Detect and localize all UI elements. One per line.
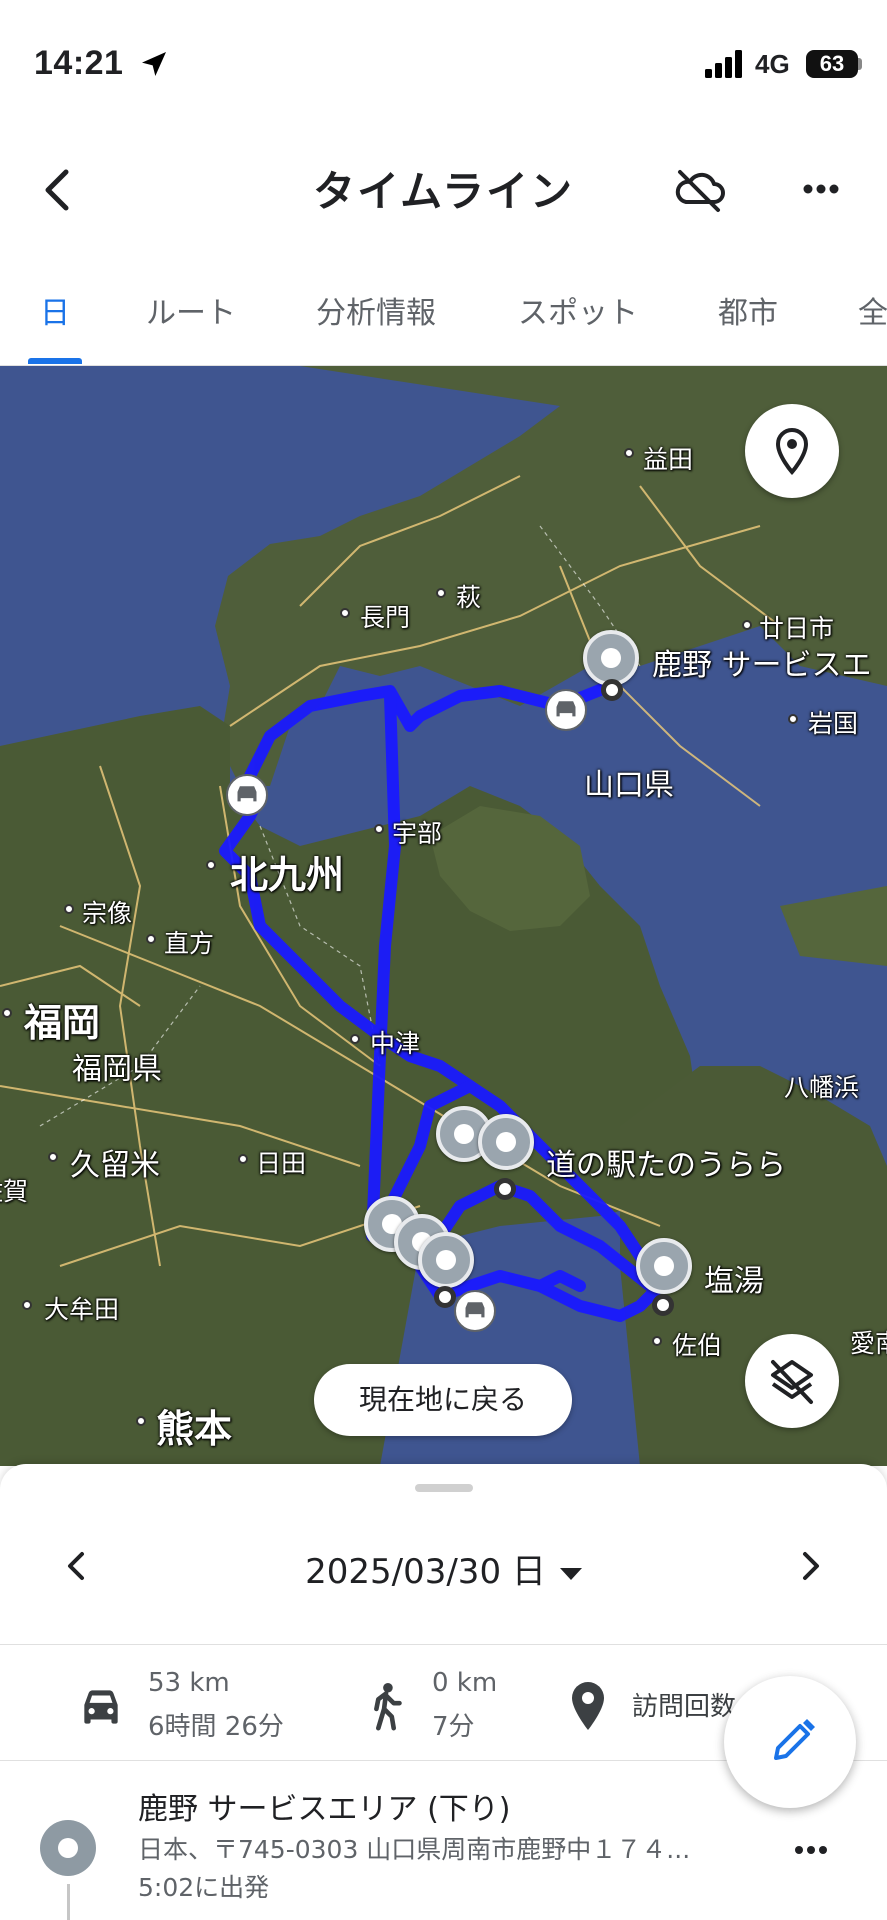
more-horiz-icon[interactable] [790,158,852,220]
status-bar: 14:21 4G 63 [0,0,887,120]
entry-title[interactable]: 鹿野 サービスエリア (下り) [138,1784,510,1828]
map-label-fukuoka-ken: 福岡県 [72,1052,162,1087]
map-city-dot [48,1152,58,1162]
visit-end-dot [601,679,623,701]
timeline-connector [67,1884,70,1920]
tab-insights[interactable]: 分析情報 [316,288,436,332]
map-city-dot [206,860,216,870]
map-label-ainan: 愛南 [850,1329,887,1358]
drive-distance: 53 km [148,1668,230,1698]
map-city-dot [340,608,350,618]
map-city-dot [146,934,156,944]
map-city-dot [788,714,798,724]
page-title: タイムライン [312,167,575,216]
tab-route[interactable]: ルート [146,288,236,332]
map-label-fukuoka: 福岡 [24,1001,101,1045]
map-label-ube: 宇部 [392,819,443,848]
map-label-kitakyushu: 北九州 [230,853,345,897]
battery-icon: 63 [806,50,858,78]
dropdown-caret-icon [559,1567,582,1580]
drag-handle[interactable] [415,1484,473,1492]
drive-time: 6時間 26分 [148,1712,284,1742]
date-text: 2025/03/30 日 [305,1552,546,1592]
map-city-dot [22,1300,32,1310]
entry-time: 5:02に出発 [138,1873,270,1902]
entry-address: 日本、〒745-0303 山口県周南市鹿野中１７４... [138,1835,691,1864]
map-view[interactable]: 益田 萩 長門 廿日市 鹿野 サービスエ 岩国 山口県 宇部 北九州 宗像 直方… [0,366,887,1466]
tab-day[interactable]: 日 [40,288,70,332]
place-visit-icon [40,1820,96,1876]
divider [0,1644,887,1645]
visit-end-dot [494,1178,516,1200]
visit-pin-kano[interactable] [583,630,639,686]
map-pin-button[interactable] [745,404,839,498]
map-label-masuda: 益田 [643,445,694,474]
map-city-dot [624,448,634,458]
map-pin-icon [775,427,809,476]
layers-off-button[interactable] [745,1334,839,1428]
app-bar: タイムライン [0,140,887,240]
layers-off-icon [771,1360,813,1404]
tab-bar: 日 ルート 分析情報 スポット 都市 全 [0,270,887,366]
car-icon [545,689,587,731]
edit-button[interactable] [724,1676,856,1808]
map-label-nagato: 長門 [360,603,411,632]
map-label-kumamoto: 熊本 [156,1407,233,1451]
next-day-button[interactable] [787,1542,835,1590]
tab-indicator [28,358,82,364]
map-label-michinoeki: 道の駅たのうらら [546,1148,786,1183]
walk-icon [374,1682,402,1731]
map-label-yawatahama: 八幡浜 [784,1073,860,1102]
map-label-saiki: 佐伯 [672,1331,723,1360]
map-city-dot [64,904,74,914]
walk-distance: 0 km [432,1668,498,1698]
map-label-kurume: 久留米 [70,1148,160,1183]
map-city-dot [652,1336,662,1346]
map-label-hagi: 萩 [456,583,482,612]
cloud-off-icon[interactable] [668,158,730,220]
map-label-saga: 佐賀 [0,1177,29,1206]
car-icon [226,774,268,816]
car-icon [454,1290,496,1332]
tab-spots[interactable]: スポット [518,288,638,332]
map-label-yamaguchi-ken: 山口県 [584,768,674,803]
signal-icon [705,50,742,78]
map-city-dot [136,1416,146,1426]
visit-pin-michinoeki[interactable] [478,1114,534,1170]
network-type: 4G [755,49,790,79]
map-city-dot [374,824,384,834]
tab-all[interactable]: 全 [858,288,887,332]
map-label-munakata: 宗像 [82,899,133,928]
car-icon [84,1690,118,1724]
more-horiz-icon[interactable] [786,1830,836,1870]
map-label-kano-sa: 鹿野 サービスエ [652,648,872,683]
map-city-dot [742,620,752,630]
map-label-nakatsu: 中津 [370,1029,421,1058]
map-label-hita: 日田 [256,1149,307,1178]
map-label-omuta: 大牟田 [44,1295,120,1324]
map-city-dot [350,1034,360,1044]
tab-cities[interactable]: 都市 [718,288,778,332]
status-time: 14:21 [34,44,124,82]
visit-pin-shioyu[interactable] [636,1238,692,1294]
map-label-iwakuni: 岩国 [808,709,859,738]
location-arrow-icon [142,52,166,76]
map-city-dot [2,1008,12,1018]
bottom-sheet: 2025/03/30 日 53 km 6時間 26分 0 km 7分 訪問回数 … [0,1464,887,1920]
return-to-current-location-button[interactable]: 現在地に戻る [314,1364,572,1436]
visit-end-dot [434,1286,456,1308]
battery-tip [858,58,862,70]
map-city-dot [436,588,446,598]
walk-time: 7分 [432,1712,475,1742]
visit-pin[interactable] [418,1232,474,1288]
map-label-nogata: 直方 [164,929,215,958]
date-selector[interactable]: 2025/03/30 日 [0,1544,887,1593]
visit-end-dot [652,1294,674,1316]
visits-label: 訪問回数 [632,1692,737,1722]
map-label-shioyu: 塩湯 [704,1264,764,1299]
map-city-dot [238,1154,248,1164]
pencil-icon [774,1719,815,1760]
place-icon [572,1682,604,1730]
